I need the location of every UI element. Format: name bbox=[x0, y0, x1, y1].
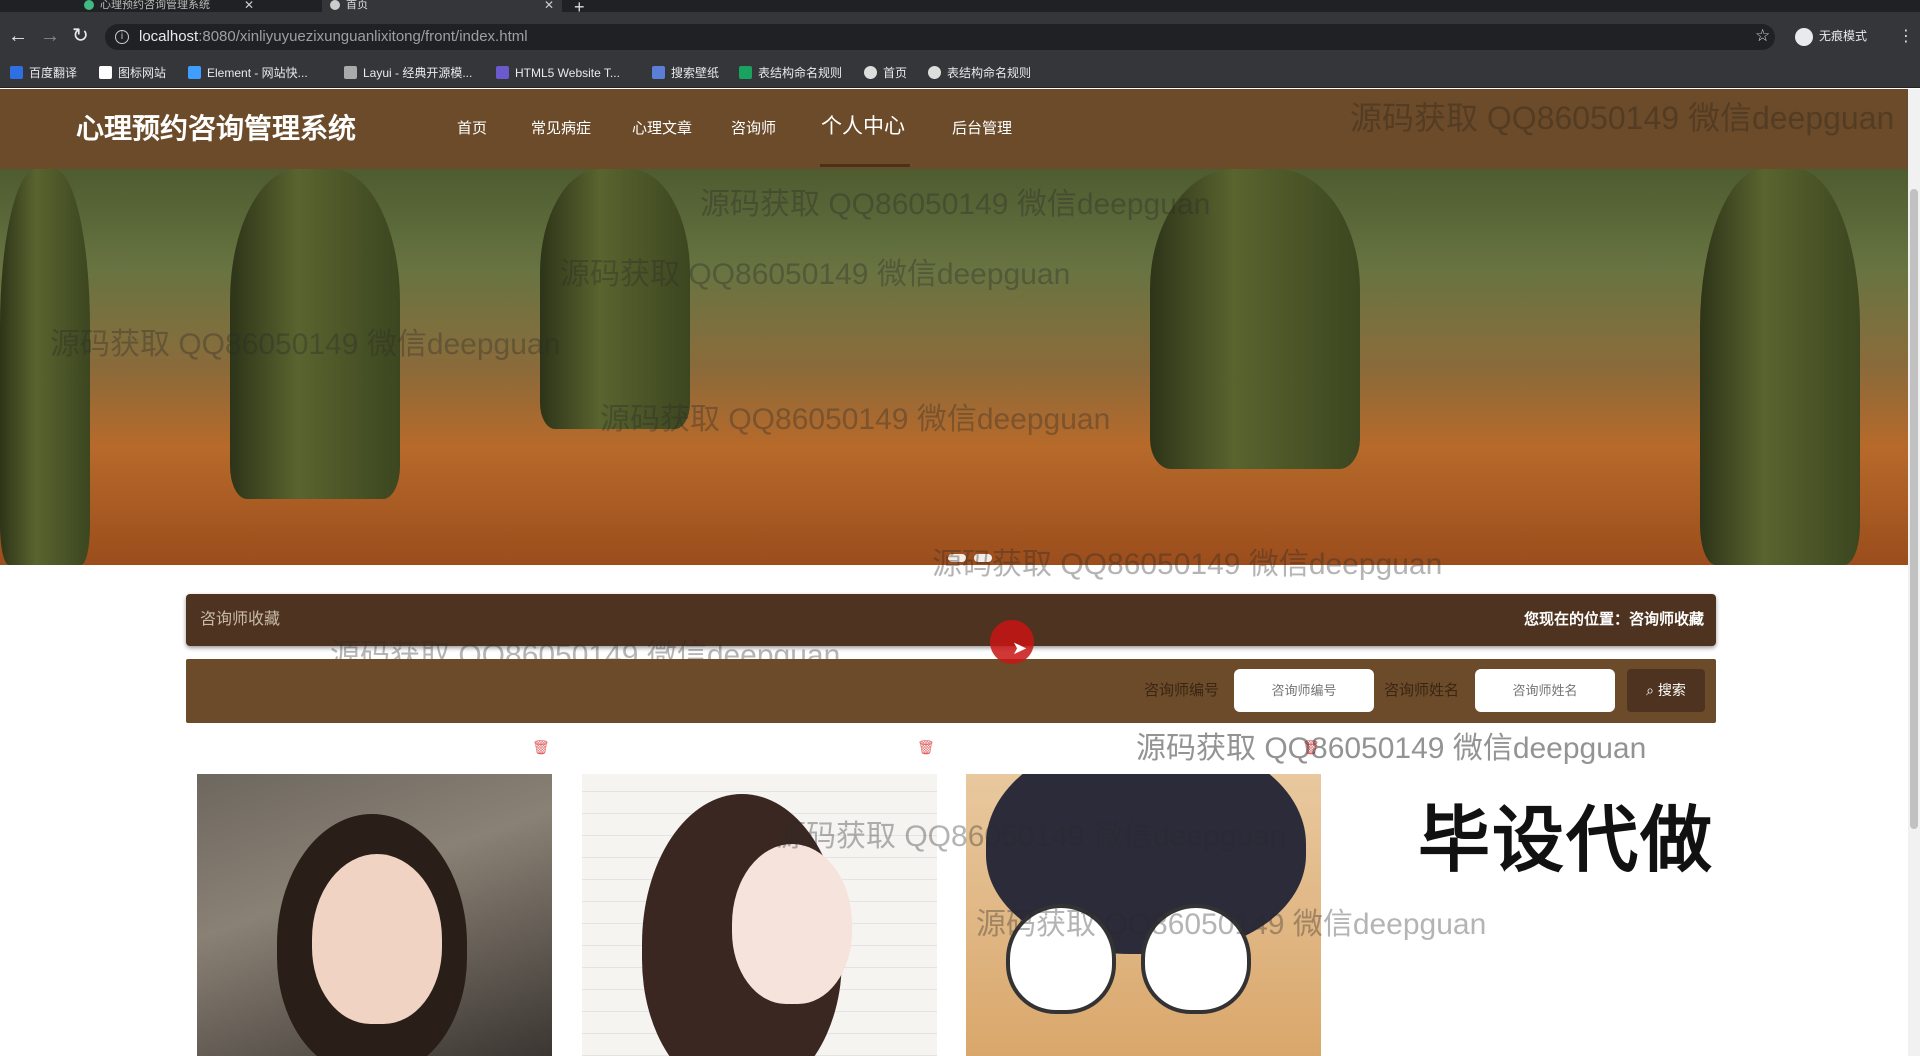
incognito-profile[interactable]: 无痕模式 bbox=[1795, 27, 1867, 46]
delete-icon[interactable]: 🗑 bbox=[917, 739, 935, 756]
watermark: 源码获取 QQ86050149 微信deepguan bbox=[600, 403, 1111, 436]
nav-articles[interactable]: 心理文章 bbox=[632, 119, 692, 139]
face-shape bbox=[732, 844, 852, 1004]
search-icon: ⌕ bbox=[1646, 682, 1658, 698]
layui-icon bbox=[344, 66, 357, 79]
mouse-cursor-icon: ➤ bbox=[1012, 638, 1028, 658]
flag-icon bbox=[99, 66, 112, 79]
counselor-id-input[interactable] bbox=[1234, 669, 1374, 712]
tree-trunk bbox=[0, 169, 90, 565]
globe-icon bbox=[928, 66, 941, 79]
browser-tab-strip: 心理预约咨询管理系统 ✕ 首页 ✕ + bbox=[0, 0, 1920, 17]
page-scrollbar[interactable] bbox=[1908, 89, 1920, 1056]
bookmark-item[interactable]: 百度翻译 bbox=[10, 65, 77, 81]
bookmarks-bar: 百度翻译 图标网站 Element - 网站快... Layui - 经典开源模… bbox=[0, 58, 1920, 88]
element-icon bbox=[188, 66, 201, 79]
site-info-icon[interactable]: i bbox=[115, 30, 129, 44]
nav-symptoms[interactable]: 常见病症 bbox=[531, 119, 591, 139]
globe-icon bbox=[330, 0, 340, 10]
watermark: 源码获取 QQ86050149 微信deepguan bbox=[50, 328, 561, 361]
close-tab-icon[interactable]: ✕ bbox=[544, 0, 554, 11]
incognito-icon bbox=[1795, 27, 1813, 46]
translate-icon bbox=[10, 66, 23, 79]
tree-trunk bbox=[1700, 169, 1860, 565]
forward-icon[interactable]: → bbox=[40, 26, 60, 46]
breadcrumb-location: 您现在的位置：咨询师收藏 bbox=[1523, 611, 1704, 628]
globe-icon bbox=[864, 66, 877, 79]
site-title: 心理预约咨询管理系统 bbox=[76, 113, 357, 144]
web-page: 心理预约咨询管理系统 首页 常见病症 心理文章 咨询师 个人中心 后台管理 源码… bbox=[0, 89, 1920, 1056]
search-button[interactable]: ⌕ 搜索 bbox=[1627, 669, 1705, 712]
bookmark-item[interactable]: 搜索壁纸 bbox=[652, 65, 719, 81]
scrollbar-thumb[interactable] bbox=[1910, 189, 1918, 829]
bookmark-item[interactable]: Layui - 经典开源模... bbox=[344, 65, 472, 81]
counselor-id-label: 咨询师编号 bbox=[1144, 682, 1220, 699]
watermark: 源码获取 QQ86050149 微信deepguan bbox=[976, 908, 1487, 941]
bookmark-item[interactable]: 图标网站 bbox=[99, 65, 166, 81]
active-nav-indicator bbox=[820, 164, 910, 167]
watermark: 源码获取 QQ86050149 微信deepguan bbox=[776, 820, 1287, 853]
bookmark-item[interactable]: Element - 网站快... bbox=[188, 65, 308, 81]
nav-counselors[interactable]: 咨询师 bbox=[731, 119, 776, 139]
sheet-icon bbox=[739, 66, 752, 79]
reload-icon[interactable]: ↻ bbox=[72, 26, 89, 46]
watermark: 源码获取 QQ86050149 微信deepguan bbox=[560, 258, 1071, 291]
back-icon[interactable]: ← bbox=[8, 26, 28, 46]
url-field[interactable]: i localhost:8080/xinliyuyuezixunguanlixi… bbox=[105, 24, 1775, 50]
wallpaper-icon bbox=[652, 66, 665, 79]
promo-overlay-text: 毕设代做 bbox=[1418, 801, 1715, 881]
browser-tab-home[interactable]: 首页 ✕ bbox=[322, 0, 562, 12]
search-bar: 咨询师编号 咨询师姓名 ⌕ 搜索 bbox=[186, 659, 1716, 723]
nav-home[interactable]: 首页 bbox=[457, 119, 487, 139]
hero-carousel[interactable]: 源码获取 QQ86050149 微信deepguan 源码获取 QQ860501… bbox=[0, 169, 1920, 565]
close-tab-icon[interactable]: ✕ bbox=[244, 0, 254, 11]
breadcrumb-section-title: 咨询师收藏 bbox=[200, 611, 281, 628]
site-header: 心理预约咨询管理系统 首页 常见病症 心理文章 咨询师 个人中心 后台管理 源码… bbox=[0, 89, 1920, 169]
bookmark-item[interactable]: HTML5 Website T... bbox=[496, 65, 620, 81]
delete-icon[interactable]: 🗑 bbox=[532, 739, 550, 756]
bookmark-item[interactable]: 表结构命名规则 bbox=[739, 65, 842, 81]
vue-icon bbox=[84, 0, 94, 10]
nav-personal-center[interactable]: 个人中心 bbox=[821, 113, 905, 141]
address-bar-row: ← → ↻ i localhost:8080/xinliyuyuezixungu… bbox=[0, 12, 1920, 63]
menu-icon[interactable]: ⋮ bbox=[1898, 26, 1914, 46]
bookmark-item[interactable]: 表结构命名规则 bbox=[928, 65, 1031, 81]
watermark: 源码获取 QQ86050149 微信deepguan bbox=[700, 188, 1211, 221]
counselor-name-label: 咨询师姓名 bbox=[1384, 682, 1460, 699]
html5-icon bbox=[496, 66, 509, 79]
watermark: 源码获取 QQ86050149 微信deepguan bbox=[932, 548, 1443, 581]
counselor-photo[interactable] bbox=[197, 774, 552, 1056]
tree-trunk bbox=[540, 169, 690, 429]
watermark: 源码获取 QQ86050149 微信deepguan bbox=[1136, 732, 1647, 765]
browser-tab-admin[interactable]: 心理预约咨询管理系统 ✕ bbox=[76, 0, 262, 12]
watermark: 源码获取 QQ86050149 微信deepguan bbox=[1350, 100, 1895, 136]
bookmark-star-icon[interactable]: ☆ bbox=[1755, 26, 1770, 46]
bookmark-item[interactable]: 首页 bbox=[864, 65, 907, 81]
face-shape bbox=[312, 854, 442, 1024]
counselor-name-input[interactable] bbox=[1475, 669, 1615, 712]
nav-admin[interactable]: 后台管理 bbox=[952, 119, 1012, 139]
